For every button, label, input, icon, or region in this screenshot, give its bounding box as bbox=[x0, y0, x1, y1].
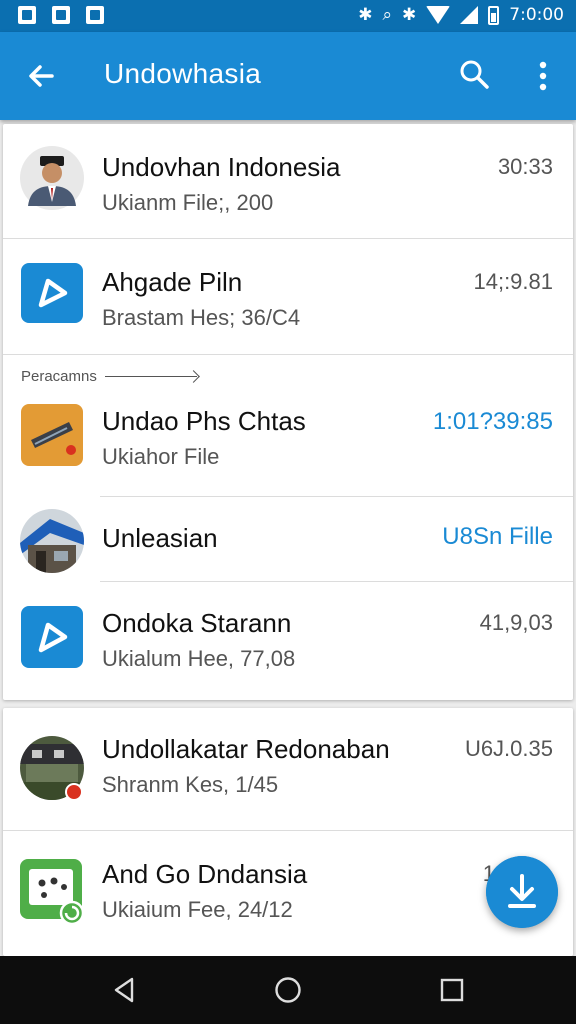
conversation-name: Unleasian bbox=[102, 523, 218, 553]
section-label-text: Peracamns bbox=[21, 368, 97, 385]
list-item[interactable]: Undollakatar Redonaban Shranm Kes, 1/45 … bbox=[3, 708, 573, 830]
list-item[interactable]: Unleasian U8Sn Fille bbox=[3, 497, 573, 581]
download-button[interactable] bbox=[486, 856, 558, 928]
conversation-time: 1:01?39:85 bbox=[432, 408, 553, 435]
bluetooth-icon: ✱ bbox=[402, 5, 417, 25]
conversation-card: Undovhan Indonesia Ukianm File;, 200 30:… bbox=[3, 124, 573, 700]
conversation-name: Undovhan Indonesia bbox=[102, 152, 341, 182]
arrow-right-icon bbox=[104, 376, 197, 377]
more-vert-icon[interactable] bbox=[528, 56, 558, 96]
battery-icon bbox=[488, 5, 500, 25]
conversation-name: And Go Dndansia bbox=[102, 859, 308, 889]
conversation-time: 30:33 bbox=[497, 154, 553, 179]
conversation-subtitle: Ukiahor File bbox=[102, 444, 220, 469]
signal-icon bbox=[460, 6, 479, 24]
conversation-subtitle: Ukianm File;, 200 bbox=[102, 190, 274, 215]
list-item[interactable]: Ahgade Piln Brastam Hes; 36/C4 14;:9.81 bbox=[3, 239, 573, 354]
market-photo bbox=[20, 736, 84, 800]
building-photo bbox=[20, 509, 84, 573]
conversation-name: Undao Phs Chtas bbox=[102, 406, 306, 436]
arrow-back-icon[interactable] bbox=[22, 56, 62, 96]
conversation-name: Ondoka Starann bbox=[102, 608, 292, 638]
navigation-bar bbox=[0, 956, 576, 1024]
conversation-time: 41,9,03 bbox=[479, 610, 553, 635]
conversation-subtitle: Ukialum Hee, 77,08 bbox=[102, 646, 296, 671]
conversation-time: U6J.0.35 bbox=[464, 736, 553, 761]
status-bar: ✱ ⌕ ✱ 7:0:00 bbox=[0, 0, 576, 32]
notification-icon bbox=[18, 6, 36, 24]
app-bar: Undowhasia bbox=[0, 32, 576, 120]
avatar bbox=[20, 146, 84, 210]
conversation-subtitle: Brastam Hes; 36/C4 bbox=[102, 305, 301, 330]
recents-nav-icon[interactable] bbox=[436, 974, 468, 1006]
wifi-icon bbox=[426, 6, 451, 24]
green-app-icon bbox=[20, 859, 85, 925]
conversation-name: Undollakatar Redonaban bbox=[102, 734, 390, 764]
vibrate-icon: ⌕ bbox=[382, 5, 393, 25]
conversation-subtitle: Shranm Kes, 1/45 bbox=[102, 772, 279, 797]
search-icon[interactable] bbox=[456, 56, 492, 92]
divider bbox=[3, 354, 573, 355]
list-item[interactable]: Ondoka Starann Ukialum Hee, 77,08 41,9,0… bbox=[3, 582, 573, 700]
home-nav-icon[interactable] bbox=[272, 974, 304, 1006]
bluetooth-icon: ✱ bbox=[358, 5, 373, 25]
section-label: Peracamns bbox=[21, 368, 197, 385]
notification-icon bbox=[86, 6, 104, 24]
conversation-time: 14;:9.81 bbox=[473, 269, 553, 294]
conversation-card: Undollakatar Redonaban Shranm Kes, 1/45 … bbox=[3, 708, 573, 956]
notification-icon bbox=[52, 6, 70, 24]
conversation-time: U8Sn Fille bbox=[442, 523, 553, 550]
status-time: 7:0:00 bbox=[509, 5, 564, 25]
blue-app-icon bbox=[21, 606, 83, 668]
conversation-subtitle: Ukiaium Fee, 24/12 bbox=[102, 897, 293, 922]
list-item[interactable]: Undao Phs Chtas Ukiahor File 1:01?39:85 bbox=[3, 386, 573, 496]
conversation-name: Ahgade Piln bbox=[102, 267, 243, 297]
app-title: Undowhasia bbox=[104, 58, 262, 89]
orange-app-icon bbox=[21, 404, 83, 466]
list-item[interactable]: Undovhan Indonesia Ukianm File;, 200 30:… bbox=[3, 124, 573, 238]
blue-app-icon bbox=[21, 263, 83, 323]
back-nav-icon[interactable] bbox=[108, 974, 140, 1006]
